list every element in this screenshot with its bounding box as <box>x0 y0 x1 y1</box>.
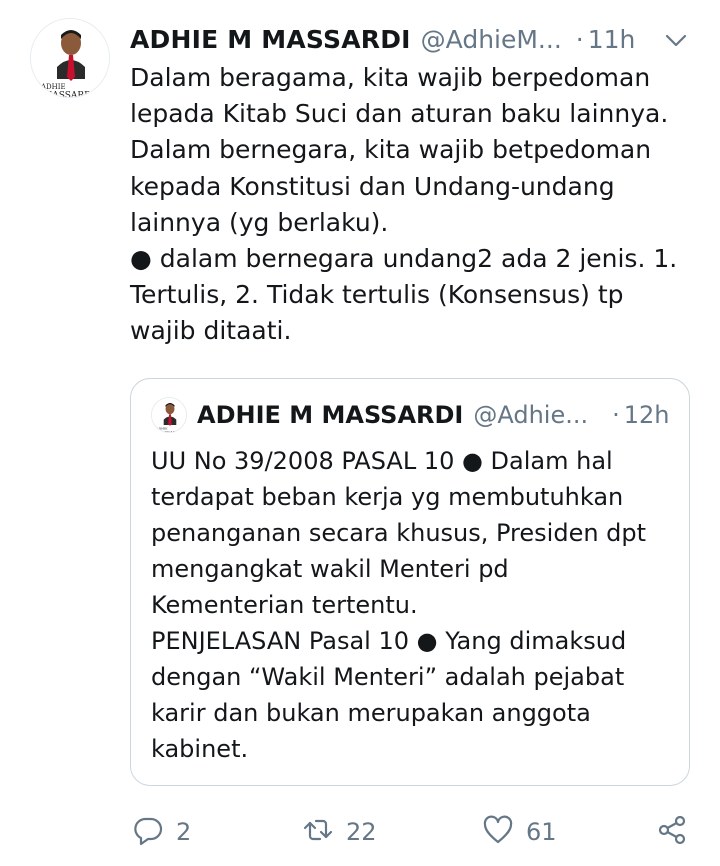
separator-dot: · <box>612 401 620 429</box>
share-icon <box>656 814 688 850</box>
chevron-down-icon[interactable] <box>664 28 688 52</box>
quoted-author-handle: @Adhie... <box>473 401 589 429</box>
separator-dot: · <box>575 24 584 54</box>
like-count: 61 <box>526 818 557 846</box>
avatar-logo: ADHIE MASSARDI <box>152 398 186 433</box>
tweet-actions: 2 22 61 <box>130 810 700 854</box>
tweet-text: Dalam beragama, kita wajib berpedoman le… <box>130 63 678 346</box>
quoted-author-name: ADHIE M MASSARDI <box>197 401 464 429</box>
quoted-tweet[interactable]: ADHIE MASSARDI ADHIE M MASSARDI @Adhie..… <box>130 378 690 786</box>
heart-icon <box>482 814 514 850</box>
avatar-logo: ADHIE MASSARDI <box>31 19 109 98</box>
svg-text:MASSARDI: MASSARDI <box>43 91 95 98</box>
tweet-timestamp[interactable]: 11h <box>588 25 636 54</box>
reply-count: 2 <box>176 818 192 846</box>
quoted-tweet-header: ADHIE M MASSARDI @Adhie... · 12h <box>197 397 677 433</box>
quoted-author-avatar: ADHIE MASSARDI <box>151 397 187 433</box>
like-button[interactable]: 61 <box>482 810 557 854</box>
retweet-button[interactable]: 22 <box>302 810 377 854</box>
retweet-icon <box>302 814 334 850</box>
quoted-tweet-text: UU No 39/2008 PASAL 10 ● Dalam hal terda… <box>151 447 647 763</box>
author-name[interactable]: ADHIE M MASSARDI <box>130 25 411 54</box>
tweet-header: ADHIE M MASSARDI @AdhieM... · 11h <box>130 22 690 56</box>
svg-text:ADHIE: ADHIE <box>40 83 66 91</box>
reply-button[interactable]: 2 <box>132 810 191 854</box>
author-handle[interactable]: @AdhieM... <box>421 25 562 54</box>
quoted-tweet-timestamp: 12h <box>623 401 670 429</box>
reply-icon <box>132 814 164 850</box>
retweet-count: 22 <box>346 818 377 846</box>
svg-text:MASSARDI: MASSARDI <box>157 430 181 433</box>
author-avatar[interactable]: ADHIE MASSARDI <box>30 18 110 98</box>
tweet: ADHIE MASSARDI ADHIE M MASSARDI @AdhieM.… <box>0 0 720 866</box>
share-button[interactable] <box>656 810 688 854</box>
